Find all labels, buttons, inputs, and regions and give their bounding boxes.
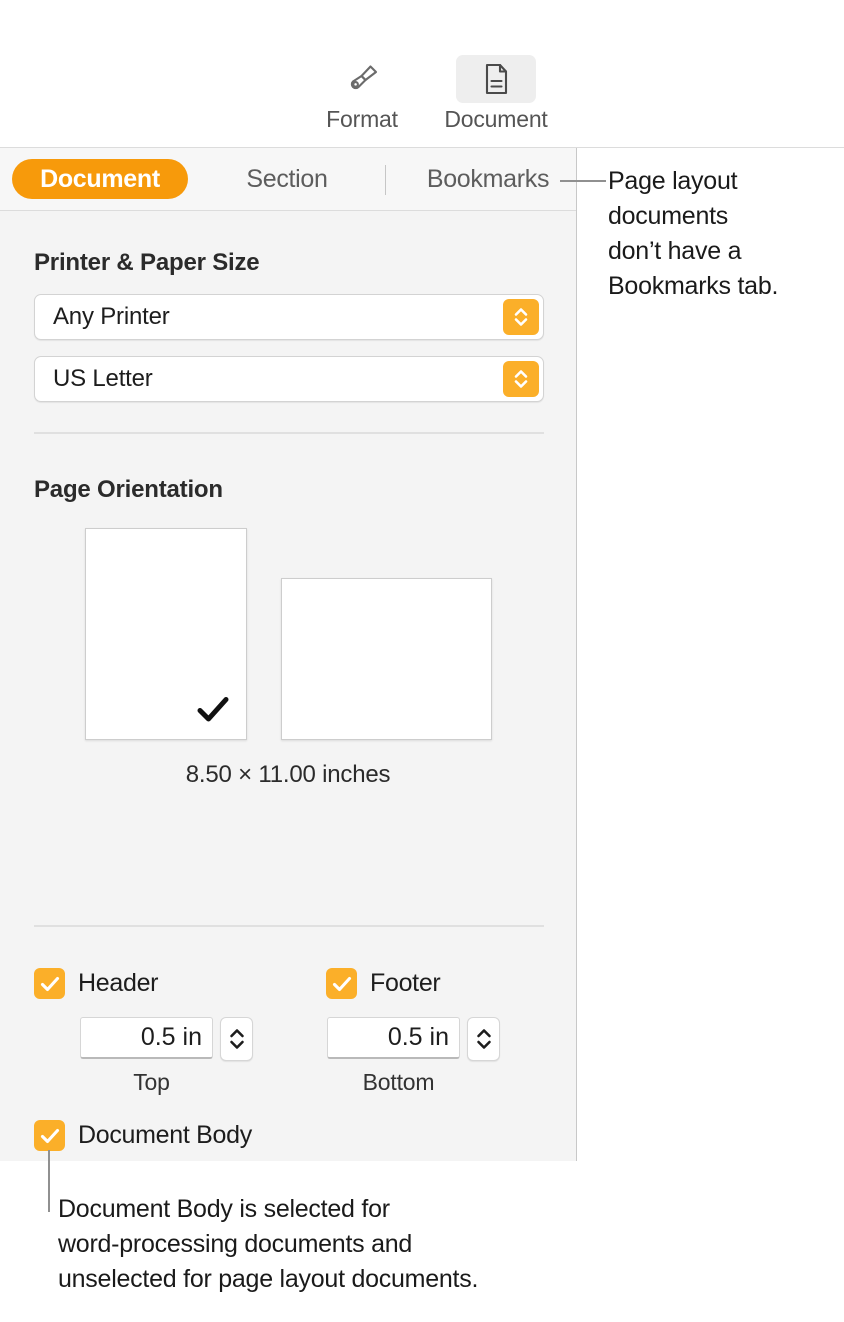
- checkmark-icon: [40, 976, 59, 991]
- callout-leader-document-body: [48, 1150, 50, 1212]
- checkmark-icon: [40, 1128, 59, 1143]
- tab-document[interactable]: Document: [12, 159, 188, 199]
- callout-bookmarks-note: Page layout documents don’t have a Bookm…: [608, 164, 828, 304]
- orientation-landscape-button[interactable]: [281, 578, 492, 740]
- page-dimensions-label: 8.50 × 11.00 inches: [185, 761, 391, 788]
- document-body-checkbox-row[interactable]: Document Body: [34, 1120, 252, 1151]
- chevron-up-icon[interactable]: [474, 1028, 494, 1039]
- tab-bookmarks[interactable]: Bookmarks: [398, 159, 578, 199]
- header-top-margin-stepper[interactable]: [220, 1017, 253, 1061]
- printer-popup-button[interactable]: Any Printer: [34, 294, 544, 340]
- chevron-updown-glyph: [514, 308, 528, 326]
- document-body-checkbox-label: Document Body: [78, 1121, 252, 1149]
- page-orientation-heading: Page Orientation: [34, 476, 223, 503]
- document-body-checkbox[interactable]: [34, 1120, 65, 1151]
- header-top-margin-caption: Top: [133, 1069, 170, 1095]
- callout-document-body-line-3: unselected for page layout documents.: [58, 1265, 479, 1293]
- header-checkbox-label: Header: [78, 969, 159, 997]
- callout-bookmarks-line-4: Bookmarks tab.: [608, 272, 779, 300]
- callout-bookmarks-line-3: don’t have a: [608, 237, 742, 265]
- footer-checkbox[interactable]: [326, 968, 357, 999]
- toolbar-item-format-label: Format: [326, 106, 398, 132]
- checkmark-icon: [197, 697, 229, 722]
- paper-size-popup-value: US Letter: [53, 365, 153, 392]
- updown-chevrons-icon: [503, 361, 539, 397]
- header-checkbox-row[interactable]: Header: [34, 968, 159, 999]
- toolbar-item-format[interactable]: Format: [298, 55, 426, 133]
- callout-leader-bookmarks: [560, 180, 606, 182]
- tab-section[interactable]: Section: [222, 159, 352, 199]
- footer-checkbox-row[interactable]: Footer: [326, 968, 441, 999]
- paintbrush-icon-container: [322, 55, 402, 103]
- inspector-toolbar: Format Document: [0, 0, 844, 148]
- header-checkbox[interactable]: [34, 968, 65, 999]
- document-page-icon: [485, 63, 508, 95]
- toolbar-item-document[interactable]: Document: [432, 55, 560, 133]
- document-inspector-body: Printer & Paper Size Any Printer US Lett…: [0, 211, 576, 1161]
- chevron-up-icon[interactable]: [227, 1028, 247, 1039]
- printer-paper-size-heading: Printer & Paper Size: [34, 249, 260, 276]
- footer-bottom-margin-input[interactable]: 0.5 in: [327, 1017, 460, 1059]
- header-top-margin-input[interactable]: 0.5 in: [80, 1017, 213, 1059]
- footer-bottom-margin-caption: Bottom: [362, 1069, 435, 1095]
- inspector-tab-bar: Document Section Bookmarks: [0, 148, 576, 211]
- chevron-down-icon[interactable]: [474, 1039, 494, 1050]
- chevron-down-icon[interactable]: [227, 1039, 247, 1050]
- updown-chevrons-icon: [503, 299, 539, 335]
- divider-orientation-margins: [34, 925, 544, 927]
- chevron-updown-glyph: [514, 370, 528, 388]
- divider-printer-orientation: [34, 432, 544, 434]
- header-top-margin-group: 0.5 in Top: [80, 1017, 255, 1113]
- printer-popup-value: Any Printer: [53, 303, 170, 330]
- paintbrush-icon: [350, 65, 378, 90]
- callout-document-body-line-2: word-processing documents and: [58, 1230, 413, 1258]
- footer-checkbox-label: Footer: [370, 969, 441, 997]
- callout-bookmarks-line-2: documents: [608, 202, 729, 230]
- tab-separator: [385, 165, 386, 195]
- paper-size-popup-button[interactable]: US Letter: [34, 356, 544, 402]
- callout-bookmarks-line-1: Page layout: [608, 167, 738, 195]
- footer-bottom-margin-stepper[interactable]: [467, 1017, 500, 1061]
- callout-document-body-line-1: Document Body is selected for: [58, 1195, 390, 1223]
- callout-document-body-note: Document Body is selected for word-proce…: [58, 1192, 678, 1297]
- footer-bottom-margin-group: 0.5 in Bottom: [327, 1017, 502, 1113]
- toolbar-item-document-label: Document: [444, 106, 548, 132]
- checkmark-icon: [332, 976, 351, 991]
- document-page-icon-container: [456, 55, 536, 103]
